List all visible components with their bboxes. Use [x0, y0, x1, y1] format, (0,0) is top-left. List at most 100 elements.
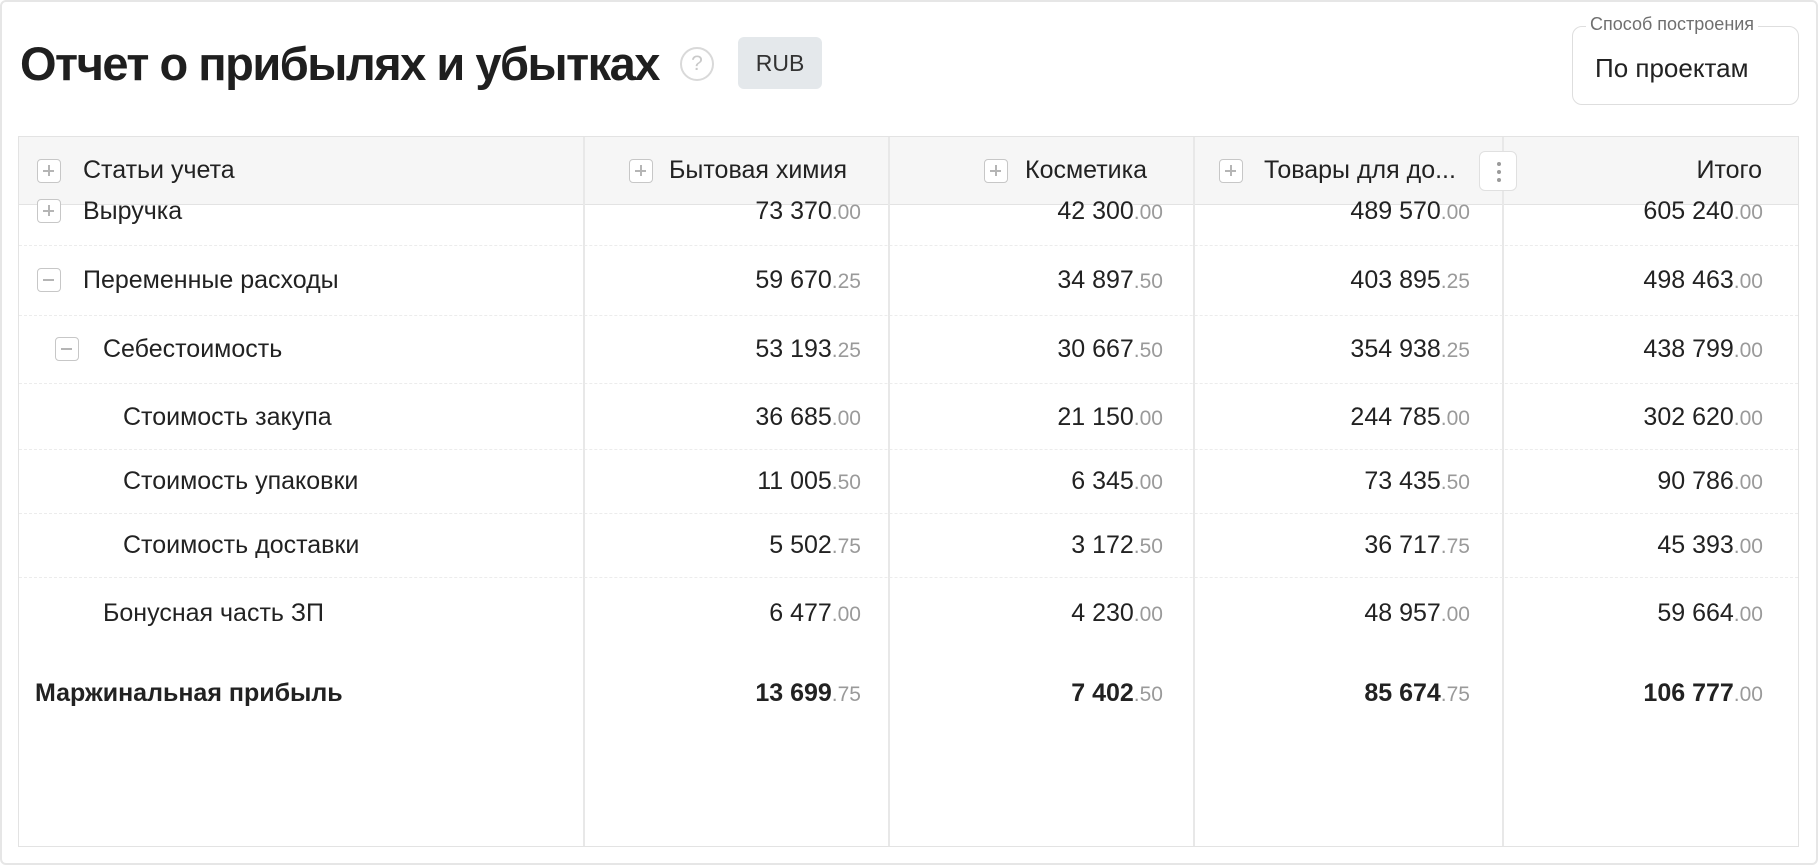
page-title: Отчет о прибылях и убытках [20, 37, 660, 90]
amount-cell: 59 664.00 [1657, 597, 1763, 631]
minus-square-icon[interactable] [55, 337, 79, 361]
kebab-menu-icon[interactable] [1479, 151, 1517, 191]
amount-cell: 438 799.00 [1643, 333, 1763, 367]
amount-decimal: .00 [1733, 535, 1763, 558]
amount-decimal: .25 [1440, 339, 1470, 362]
amount-decimal: .00 [1733, 201, 1763, 224]
amount-cell: 498 463.00 [1643, 264, 1763, 298]
amount-decimal: .00 [1733, 339, 1763, 362]
amount-cell: 34 897.50 [1057, 264, 1163, 298]
column-divider [1193, 137, 1195, 846]
plus-square-icon[interactable] [37, 199, 61, 223]
amount-cell: 42 300.00 [1057, 195, 1163, 229]
row-separator [19, 577, 1798, 578]
amount-integer: 354 938 [1350, 335, 1441, 363]
help-circle-icon[interactable]: ? [680, 47, 714, 81]
column-divider [583, 137, 585, 846]
amount-decimal: .00 [1733, 270, 1763, 293]
kebab-dot [1497, 178, 1501, 182]
row-label: Стоимость упаковки [123, 467, 359, 495]
amount-integer: 48 957 [1364, 599, 1441, 627]
amount-decimal: .75 [831, 683, 861, 706]
column-header-home-goods[interactable]: Товары для до... [1264, 154, 1456, 186]
currency-badge[interactable]: RUB [738, 37, 822, 89]
amount-decimal: .25 [1440, 270, 1470, 293]
amount-decimal: .75 [831, 535, 861, 558]
amount-integer: 3 172 [1071, 531, 1134, 559]
amount-decimal: .25 [831, 339, 861, 362]
amount-cell: 354 938.25 [1350, 333, 1470, 367]
amount-cell: 73 435.50 [1364, 465, 1470, 499]
amount-decimal: .00 [1133, 603, 1163, 626]
amount-decimal: .00 [1733, 407, 1763, 430]
pnl-table: Статьи учета Бытовая химия Косметика Товары… [18, 136, 1799, 847]
row-separator [19, 513, 1798, 514]
column-header-household-chemicals[interactable]: Бытовая химия [669, 154, 847, 186]
amount-cell: 106 777.00 [1643, 677, 1763, 711]
amount-cell: 4 230.00 [1071, 597, 1163, 631]
column-header-cosmetics[interactable]: Косметика [1025, 154, 1147, 186]
column-header-total: Итого [1696, 156, 1762, 184]
amount-integer: 42 300 [1057, 197, 1134, 225]
row-separator [19, 315, 1798, 316]
amount-integer: 59 670 [755, 266, 832, 294]
amount-decimal: .50 [1440, 471, 1470, 494]
amount-cell: 489 570.00 [1350, 195, 1470, 229]
row-label[interactable]: Переменные расходы [83, 264, 339, 296]
amount-decimal: .50 [1133, 535, 1163, 558]
plus-square-icon[interactable] [984, 159, 1008, 183]
amount-cell: 48 957.00 [1364, 597, 1470, 631]
amount-decimal: .50 [831, 471, 861, 494]
amount-integer: 438 799 [1643, 335, 1734, 363]
amount-cell: 3 172.50 [1071, 529, 1163, 563]
column-header-accounts: Статьи учета [83, 156, 235, 184]
row-label[interactable]: Выручка [83, 195, 182, 227]
row-label[interactable]: Себестоимость [103, 333, 282, 365]
amount-integer: 85 674 [1364, 679, 1441, 707]
amount-integer: 45 393 [1657, 531, 1734, 559]
amount-cell: 7 402.50 [1071, 677, 1163, 711]
build-mode-label: Способ построения [1586, 13, 1759, 35]
minus-square-icon[interactable] [37, 268, 61, 292]
amount-decimal: .00 [1733, 603, 1763, 626]
kebab-dot [1497, 162, 1501, 166]
amount-integer: 302 620 [1643, 403, 1734, 431]
amount-cell: 36 685.00 [755, 401, 861, 435]
plus-square-icon[interactable] [37, 159, 61, 183]
build-mode-value[interactable]: По проектам [1595, 52, 1748, 84]
amount-integer: 605 240 [1643, 197, 1734, 225]
amount-cell: 30 667.50 [1057, 333, 1163, 367]
amount-integer: 106 777 [1643, 679, 1734, 707]
row-separator [19, 449, 1798, 450]
amount-cell: 244 785.00 [1350, 401, 1470, 435]
amount-integer: 7 402 [1071, 679, 1134, 707]
amount-integer: 34 897 [1057, 266, 1134, 294]
amount-decimal: .00 [1733, 471, 1763, 494]
amount-decimal: .00 [831, 201, 861, 224]
amount-integer: 11 005 [757, 467, 832, 495]
amount-integer: 498 463 [1643, 266, 1734, 294]
amount-decimal: .00 [1733, 683, 1763, 706]
row-separator [19, 245, 1798, 246]
table-header [19, 137, 1798, 205]
amount-integer: 6 345 [1071, 467, 1134, 495]
amount-cell: 90 786.00 [1657, 465, 1763, 499]
amount-integer: 53 193 [755, 335, 832, 363]
plus-square-icon[interactable] [1219, 159, 1243, 183]
row-label: Маржинальная прибыль [35, 679, 343, 707]
amount-decimal: .00 [1133, 471, 1163, 494]
plus-square-icon[interactable] [629, 159, 653, 183]
amount-cell: 36 717.75 [1364, 529, 1470, 563]
amount-decimal: .50 [1133, 683, 1163, 706]
row-separator [19, 383, 1798, 384]
amount-cell: 605 240.00 [1643, 195, 1763, 229]
amount-integer: 5 502 [769, 531, 832, 559]
amount-decimal: .75 [1440, 683, 1470, 706]
kebab-dot [1497, 170, 1501, 174]
row-label: Бонусная часть ЗП [103, 599, 324, 627]
amount-cell: 6 345.00 [1071, 465, 1163, 499]
amount-integer: 30 667 [1057, 335, 1134, 363]
amount-decimal: .25 [831, 270, 861, 293]
amount-cell: 403 895.25 [1350, 264, 1470, 298]
amount-integer: 244 785 [1350, 403, 1441, 431]
